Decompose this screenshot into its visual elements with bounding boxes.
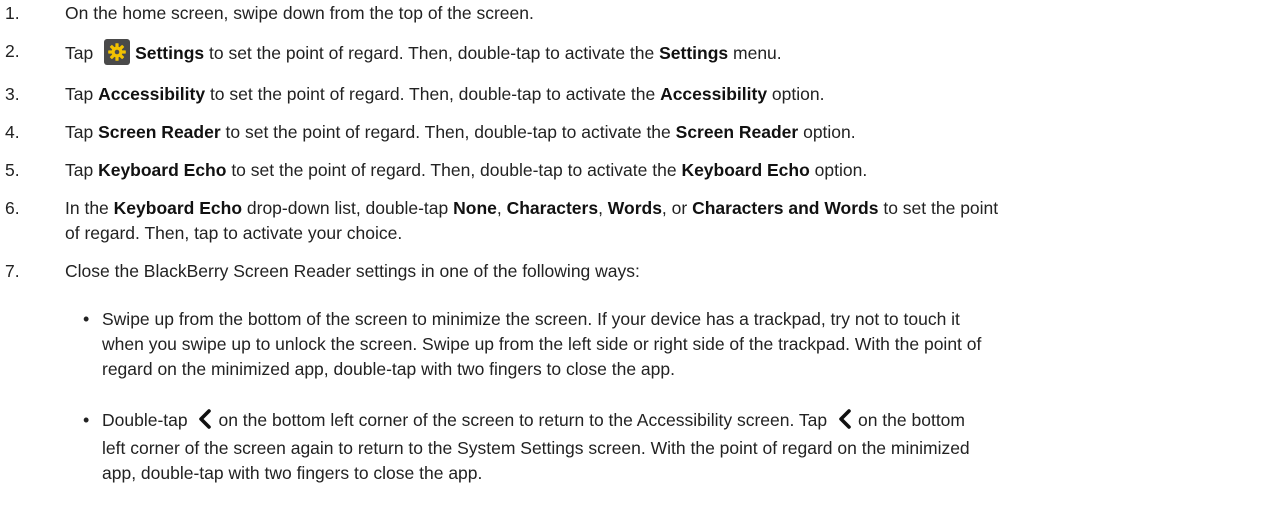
- bullet-marker: •: [83, 309, 90, 329]
- text-run: ,: [496, 198, 507, 218]
- text-run: Tap: [65, 43, 99, 63]
- text-run: , or: [661, 198, 693, 218]
- bold-ui-term: Screen Reader: [675, 122, 799, 142]
- text-run: Double-tap: [102, 410, 193, 430]
- text-run: On the home screen, swipe down from the …: [65, 3, 534, 23]
- bold-ui-term: None: [453, 198, 497, 218]
- bold-ui-term: Words: [607, 198, 662, 218]
- text-run: Tap: [65, 122, 99, 142]
- bold-ui-term: Screen Reader: [98, 122, 221, 142]
- text-run: Tap: [65, 160, 99, 180]
- text-run: of regard. Then, tap to activate your ch…: [65, 223, 403, 243]
- step-number: 2.: [5, 41, 20, 61]
- bold-ui-term: Keyboard Echo: [98, 160, 227, 180]
- instructions-document: 1. On the home screen, swipe down from t…: [0, 0, 1269, 506]
- bold-ui-term: Characters: [506, 198, 599, 218]
- text-run: ,: [598, 198, 608, 218]
- bold-ui-term: Accessibility: [98, 84, 206, 104]
- bold-ui-term: Keyboard Echo: [681, 160, 810, 180]
- step-text: Tap Settings to set the point of regard.…: [65, 39, 1229, 66]
- step-text: In the Keyboard Echo drop-down list, dou…: [65, 196, 1229, 246]
- text-run: In the: [65, 198, 114, 218]
- bullet-marker: •: [83, 410, 90, 430]
- text-run: left corner of the screen again to retur…: [102, 438, 970, 458]
- step-number: 4.: [5, 122, 20, 142]
- text-run: option.: [767, 84, 825, 104]
- step-text: On the home screen, swipe down from the …: [65, 1, 1229, 26]
- bold-ui-term: Accessibility: [660, 84, 768, 104]
- step-text: Close the BlackBerry Screen Reader setti…: [65, 259, 1229, 284]
- text-run: when you swipe up to unlock the screen. …: [102, 334, 982, 354]
- bold-ui-term: Keyboard Echo: [113, 198, 243, 218]
- text-run: to set the point of regard. Then, double…: [226, 160, 682, 180]
- bullet-text: Double-tap on the bottom left corner of …: [102, 408, 1249, 486]
- step-number: 3.: [5, 84, 20, 104]
- step-number: 1.: [5, 3, 20, 23]
- text-run: to set the point of regard. Then, double…: [204, 43, 660, 63]
- step-number: 7.: [5, 261, 20, 281]
- bullet-text: Swipe up from the bottom of the screen t…: [102, 307, 1249, 382]
- step-number: 6.: [5, 198, 20, 218]
- settings-gear-icon: [104, 39, 131, 65]
- bold-ui-term: Characters and Words: [692, 198, 879, 218]
- text-run: app, double-tap with two fingers to clos…: [102, 463, 483, 483]
- text-run: Close the BlackBerry Screen Reader setti…: [65, 261, 640, 281]
- step-text: Tap Accessibility to set the point of re…: [65, 82, 1229, 107]
- text-run: on the bottom left corner of the screen …: [218, 410, 832, 430]
- bold-ui-term: Settings: [135, 43, 205, 63]
- back-chevron-icon: [198, 409, 212, 436]
- text-run: on the bottom: [857, 410, 965, 430]
- text-run: to set the point of regard. Then, double…: [220, 122, 676, 142]
- text-run: regard on the minimized app, double-tap …: [102, 359, 675, 379]
- bold-ui-term: Settings: [659, 43, 729, 63]
- text-run: option.: [798, 122, 856, 142]
- text-run: to set the point of regard. Then, double…: [205, 84, 661, 104]
- back-chevron-icon: [838, 409, 852, 436]
- step-text: Tap Screen Reader to set the point of re…: [65, 120, 1229, 145]
- step-number: 5.: [5, 160, 20, 180]
- text-run: to set the point: [878, 198, 999, 218]
- text-run: Tap: [65, 84, 99, 104]
- text-run: drop-down list, double-tap: [242, 198, 454, 218]
- text-run: menu.: [728, 43, 782, 63]
- text-run: option.: [809, 160, 868, 180]
- text-run: Swipe up from the bottom of the screen t…: [102, 309, 960, 329]
- step-text: Tap Keyboard Echo to set the point of re…: [65, 158, 1229, 183]
